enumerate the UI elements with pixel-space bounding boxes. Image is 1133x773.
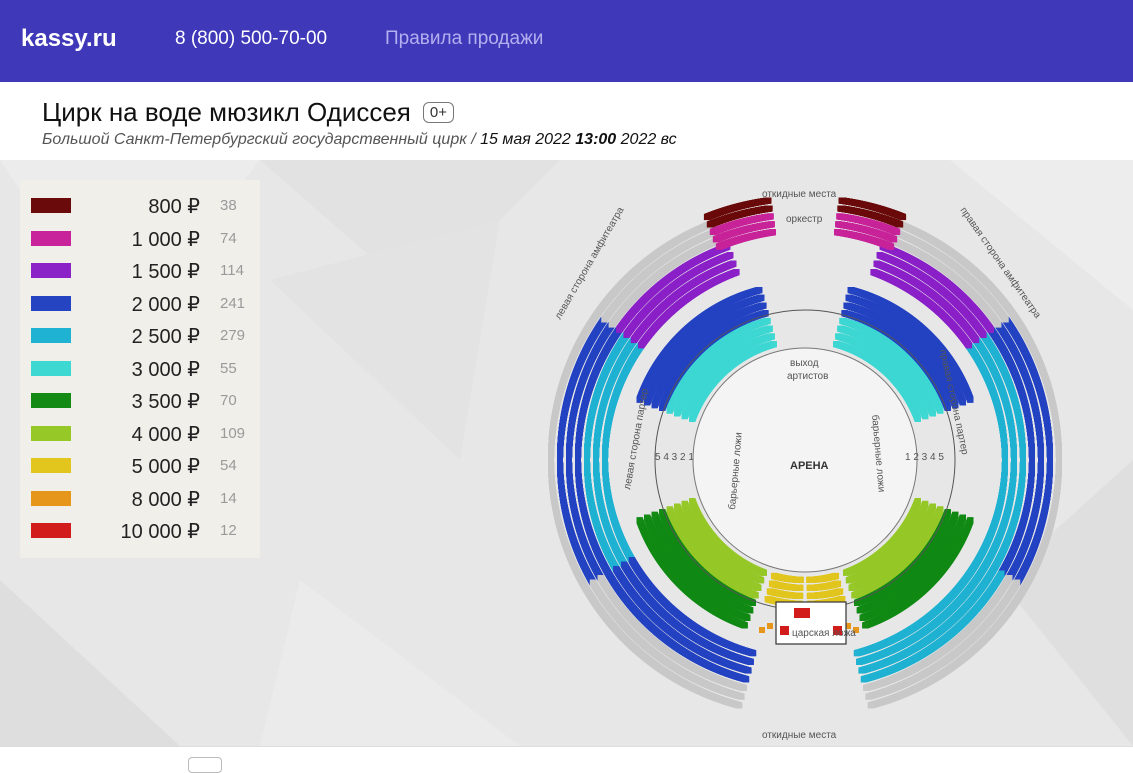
site-logo[interactable]: kassy.ru	[21, 25, 117, 53]
venue-name[interactable]: Большой Санкт-Петербургский государствен…	[42, 131, 467, 148]
top-navbar: kassy.ru 8 (800) 500-70-00 Правила прода…	[0, 0, 1133, 82]
event-time: 13:00	[575, 131, 616, 148]
event-date: 15 мая 2022	[480, 131, 571, 148]
title-row: Цирк на воде мюзикл Одиссея 0+	[42, 97, 454, 128]
event-year-weekday: 2022 вс	[621, 131, 677, 148]
sale-rules-link[interactable]: Правила продажи	[385, 28, 543, 50]
event-title: Цирк на воде мюзикл Одиссея	[42, 97, 411, 128]
phone-number[interactable]: 8 (800) 500-70-00	[175, 28, 327, 50]
subtitle-separator: /	[467, 131, 480, 148]
event-header: Цирк на воде мюзикл Одиссея 0+ Большой С…	[0, 82, 1133, 160]
seat-map-area: АРЕНА оркестр выход артистов откидные ме…	[0, 160, 1133, 746]
event-subtitle: Большой Санкт-Петербургский государствен…	[42, 131, 677, 149]
age-rating-badge: 0+	[423, 102, 454, 123]
